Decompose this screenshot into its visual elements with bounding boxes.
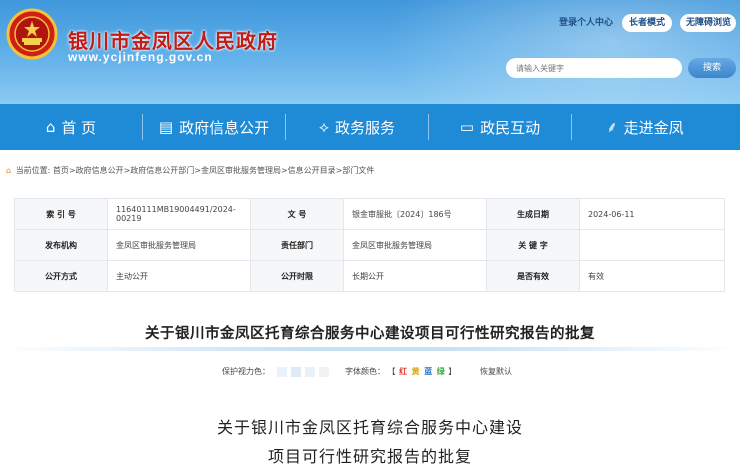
keyword-value — [579, 229, 725, 261]
nav-label: 首 页 — [61, 118, 97, 137]
elder-mode-button[interactable]: 长者模式 — [622, 14, 672, 32]
doc-no-label: 文 号 — [250, 198, 344, 230]
eye-color-swatch[interactable] — [319, 367, 329, 377]
mode-value: 主动公开 — [107, 260, 251, 292]
org-value: 金凤区审批服务管理局 — [107, 229, 251, 261]
login-link[interactable]: 登录个人中心 — [554, 14, 618, 32]
keyword-label: 关 键 字 — [486, 229, 580, 261]
bracket: 【 — [387, 367, 396, 376]
main-nav: ⌂ 首 页 ▤ 政府信息公开 ⟡ 政务服务 ▭ 政民互动 ⸙ 走进金凤 — [0, 104, 740, 150]
accessibility-button[interactable]: 无障碍浏览 — [680, 14, 736, 32]
font-color-blue[interactable]: 蓝 — [424, 367, 432, 376]
body-title-line-1: 关于银川市金凤区托育综合服务中心建设 — [216, 418, 523, 437]
national-emblem-icon — [6, 8, 58, 60]
body-title-line-2: 项目可行性研究报告的批复 — [267, 447, 472, 466]
font-color-control: 字体颜色： 【 红 黄 蓝 绿 】 — [345, 366, 456, 377]
date-label: 生成日期 — [486, 198, 580, 230]
font-color-red[interactable]: 红 — [399, 367, 407, 376]
reset-default-button[interactable]: 恢复默认 — [480, 366, 512, 377]
home-icon: ⌂ — [45, 117, 56, 136]
eye-color-swatch[interactable] — [277, 367, 287, 377]
nav-item-services[interactable]: ⟡ 政务服务 — [286, 104, 428, 150]
nav-label: 政民互动 — [480, 118, 541, 137]
index-value: 11640111MB19004491/2024-00219 — [107, 198, 251, 230]
search-input[interactable] — [506, 58, 682, 78]
chat-icon: ▭ — [459, 117, 475, 136]
nav-item-about[interactable]: ⸙ 走进金凤 — [572, 104, 718, 150]
feather-icon: ⸙ — [606, 117, 618, 136]
index-label: 索 引 号 — [14, 198, 108, 230]
table-row: 索 引 号 11640111MB19004491/2024-00219 文 号 … — [14, 198, 725, 230]
breadcrumb-path[interactable]: 首页>政府信息公开>政府信息公开部门>金凤区审批服务管理局>信息公开目录>部门文… — [53, 166, 375, 175]
dept-label: 责任部门 — [250, 229, 344, 261]
org-label: 发布机构 — [14, 229, 108, 261]
home-icon: ⌂ — [6, 166, 12, 175]
site-header: 银川市金凤区人民政府 www.ycjinfeng.gov.cn 登录个人中心 长… — [0, 0, 740, 104]
book-icon: ▤ — [158, 117, 174, 136]
scope-label: 公开时限 — [250, 260, 344, 292]
nav-label: 政务服务 — [334, 118, 395, 137]
eye-protection-label: 保护视力色： — [222, 367, 270, 376]
nav-item-home[interactable]: ⌂ 首 页 — [0, 104, 142, 150]
doc-no-value: 银金审服批〔2024〕186号 — [343, 198, 487, 230]
table-row: 发布机构 金凤区审批服务管理局 责任部门 金凤区审批服务管理局 关 键 字 — [14, 229, 725, 261]
document-info-table: 索 引 号 11640111MB19004491/2024-00219 文 号 … — [14, 198, 725, 292]
nav-item-gov-info[interactable]: ▤ 政府信息公开 — [143, 104, 285, 150]
nav-label: 政府信息公开 — [179, 118, 270, 137]
scope-value: 长期公开 — [343, 260, 487, 292]
handshake-icon: ⟡ — [319, 117, 329, 136]
breadcrumb: ⌂ 当前位置: 首页>政府信息公开>政府信息公开部门>金凤区审批服务管理局>信息… — [6, 165, 374, 176]
article-title: 关于银川市金凤区托育综合服务中心建设项目可行性研究报告的批复 — [145, 326, 595, 342]
mode-label: 公开方式 — [14, 260, 108, 292]
bracket: 】 — [448, 367, 457, 376]
font-color-yellow[interactable]: 黄 — [412, 367, 420, 376]
valid-value: 有效 — [579, 260, 725, 292]
breadcrumb-prefix: 当前位置: — [15, 166, 51, 175]
font-color-label: 字体颜色： — [345, 367, 385, 376]
table-row: 公开方式 主动公开 公开时限 长期公开 是否有效 有效 — [14, 260, 725, 292]
search-button[interactable]: 搜索 — [688, 58, 736, 78]
date-value: 2024-06-11 — [579, 198, 725, 230]
nav-item-interaction[interactable]: ▭ 政民互动 — [429, 104, 571, 150]
site-url[interactable]: www.ycjinfeng.gov.cn — [68, 50, 213, 64]
eye-color-swatch[interactable] — [305, 367, 315, 377]
font-color-green[interactable]: 绿 — [437, 367, 445, 376]
title-divider — [0, 347, 740, 351]
eye-color-swatch[interactable] — [291, 367, 301, 377]
dept-value: 金凤区审批服务管理局 — [343, 229, 487, 261]
nav-label: 走进金凤 — [623, 118, 684, 137]
valid-label: 是否有效 — [486, 260, 580, 292]
